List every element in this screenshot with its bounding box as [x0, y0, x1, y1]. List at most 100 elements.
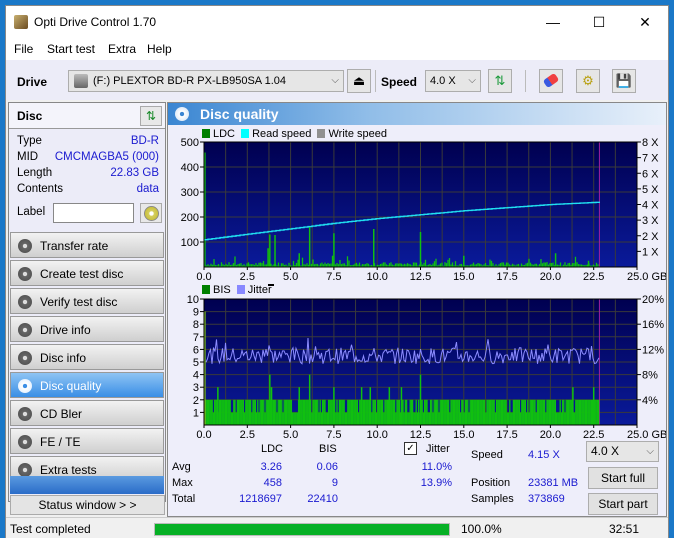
chevron-down-icon: ⌵: [331, 75, 339, 86]
test-speed-value: 4.0 X: [591, 444, 620, 458]
disc-quality-panel: Disc quality LDC Read speed Write speed …: [167, 102, 667, 517]
nav-create-test-disc[interactable]: Create test disc: [10, 260, 164, 286]
max-label: Max: [172, 477, 193, 489]
label: MID: [17, 151, 39, 163]
toolbar: Drive (F:) PLEXTOR BD-R PX-LB950SA 1.04 …: [6, 60, 668, 100]
close-button[interactable]: ✕: [622, 6, 668, 38]
y-tick-label: 3: [193, 382, 199, 394]
disc-tool-icon: [18, 407, 32, 421]
total-label: Total: [172, 493, 196, 505]
label: Type: [17, 135, 42, 147]
eject-button[interactable]: ⏏: [347, 69, 371, 93]
y2-tick-label: 6 X: [642, 168, 659, 180]
x-tick-label: 22.5: [583, 271, 604, 283]
nav-drive-info[interactable]: Drive info: [10, 316, 164, 342]
refresh-button[interactable]: ⇅: [488, 69, 512, 93]
nav-transfer-rate[interactable]: Transfer rate: [10, 232, 164, 258]
save-button[interactable]: 💾: [612, 69, 636, 93]
menu-file[interactable]: File: [14, 42, 33, 56]
nav-label: Drive info: [40, 323, 91, 337]
label: Length: [17, 167, 53, 179]
y2-tick-label: 4%: [642, 395, 658, 407]
title-bar: Opti Drive Control 1.70 — ☐ ✕: [6, 6, 668, 38]
y-tick-label: 500: [181, 137, 199, 149]
nav-label: Transfer rate: [40, 239, 109, 253]
nav-label: CD Bler: [40, 407, 83, 421]
minimize-button[interactable]: —: [530, 6, 576, 38]
disc-title: Disc: [17, 109, 43, 123]
position-value: 23381 MB: [528, 477, 579, 489]
app-icon: [14, 15, 28, 29]
left-panel: Disc ⇅ Type BD-R MID CMCMAGBA5 (000) Lengt…: [8, 102, 166, 502]
disc-label-button[interactable]: [140, 203, 162, 223]
disc-label-input[interactable]: [53, 203, 134, 223]
disc-tool-icon: [18, 295, 32, 309]
test-speed-select[interactable]: 4.0 X ⌵: [586, 441, 659, 462]
disc-mid-value: CMCMAGBA5 (000): [54, 151, 159, 163]
settings-button[interactable]: ⚙: [576, 69, 600, 93]
x-tick-label: 25.0 GB: [627, 429, 666, 441]
nav-verify-test-disc[interactable]: Verify test disc: [10, 288, 164, 314]
nav-label: FE / TE: [40, 435, 81, 449]
nav-label: Disc quality: [40, 379, 102, 393]
speed-select[interactable]: 4.0 X ⌵: [425, 70, 481, 92]
x-tick-label: 25.0 GB: [627, 271, 666, 283]
drive-select[interactable]: (F:) PLEXTOR BD-R PX-LB950SA 1.04 ⌵: [68, 70, 344, 92]
x-tick-label: 7.5: [326, 429, 341, 441]
disc-tool-icon: [18, 239, 32, 253]
save-icon: 💾: [615, 73, 633, 88]
y-tick-label: 10: [187, 294, 199, 306]
x-tick-label: 7.5: [326, 271, 341, 283]
legend-swatch-bis: [202, 285, 210, 294]
avg-bis: 0.06: [316, 461, 338, 473]
nav-cd-bler[interactable]: CD Bler: [10, 400, 164, 426]
y2-tick-label: 7 X: [642, 153, 659, 165]
disc-type-value: BD-R: [130, 135, 159, 147]
x-tick-label: 12.5: [410, 429, 431, 441]
nav-disc-info[interactable]: Disc info: [10, 344, 164, 370]
x-tick-label: 15.0: [453, 429, 474, 441]
drive-label: Drive: [17, 75, 48, 89]
y-tick-label: 100: [181, 237, 199, 249]
chevron-down-icon: ⌵: [468, 75, 476, 86]
x-tick-label: 17.5: [496, 271, 517, 283]
label: Label: [17, 206, 46, 218]
total-bis: 22410: [307, 493, 338, 505]
chart2-legend: BIS Jitter: [202, 284, 272, 296]
nav-fe-te[interactable]: FE / TE: [10, 428, 164, 454]
disc-tool-icon: [18, 379, 32, 393]
jitter-label: Jitter: [426, 443, 450, 455]
menu-start-test[interactable]: Start test: [47, 42, 95, 56]
menu-help[interactable]: Help: [147, 42, 172, 56]
cd-icon: [144, 206, 159, 221]
x-tick-label: 15.0: [453, 271, 474, 283]
status-window-button[interactable]: Status window > >: [10, 495, 165, 515]
drive-icon: [74, 74, 88, 88]
nav-spacer: [10, 476, 164, 494]
menu-extra[interactable]: Extra: [108, 42, 136, 56]
y2-tick-label: 4 X: [642, 200, 659, 212]
app-window: Opti Drive Control 1.70 — ☐ ✕ File Start…: [5, 5, 669, 538]
erase-button[interactable]: [539, 69, 563, 93]
y2-tick-label: 8 X: [642, 137, 659, 149]
jitter-checkbox[interactable]: ✓: [404, 442, 417, 455]
nav-label: Disc info: [40, 351, 87, 365]
legend-bis: BIS: [213, 284, 231, 296]
x-tick-label: 20.0: [540, 271, 561, 283]
y-tick-label: 200: [181, 212, 199, 224]
eject-icon: ⏏: [352, 73, 366, 88]
legend-jitter: Jitter: [247, 284, 272, 296]
x-tick-label: 5.0: [283, 271, 298, 283]
disc-refresh-button[interactable]: ⇅: [140, 106, 162, 126]
start-part-button[interactable]: Start part: [588, 493, 658, 515]
max-ldc: 458: [263, 477, 282, 489]
disc-tool-icon: [18, 267, 32, 281]
y2-tick-label: 16%: [642, 319, 664, 331]
nav-disc-quality[interactable]: Disc quality: [10, 372, 164, 398]
progress-fill: [155, 524, 449, 535]
settings-icon: ⚙: [582, 73, 594, 88]
start-full-button[interactable]: Start full: [588, 467, 658, 489]
maximize-button[interactable]: ☐: [576, 6, 622, 38]
y2-tick-label: 3 X: [642, 215, 659, 227]
x-tick-label: 5.0: [283, 429, 298, 441]
